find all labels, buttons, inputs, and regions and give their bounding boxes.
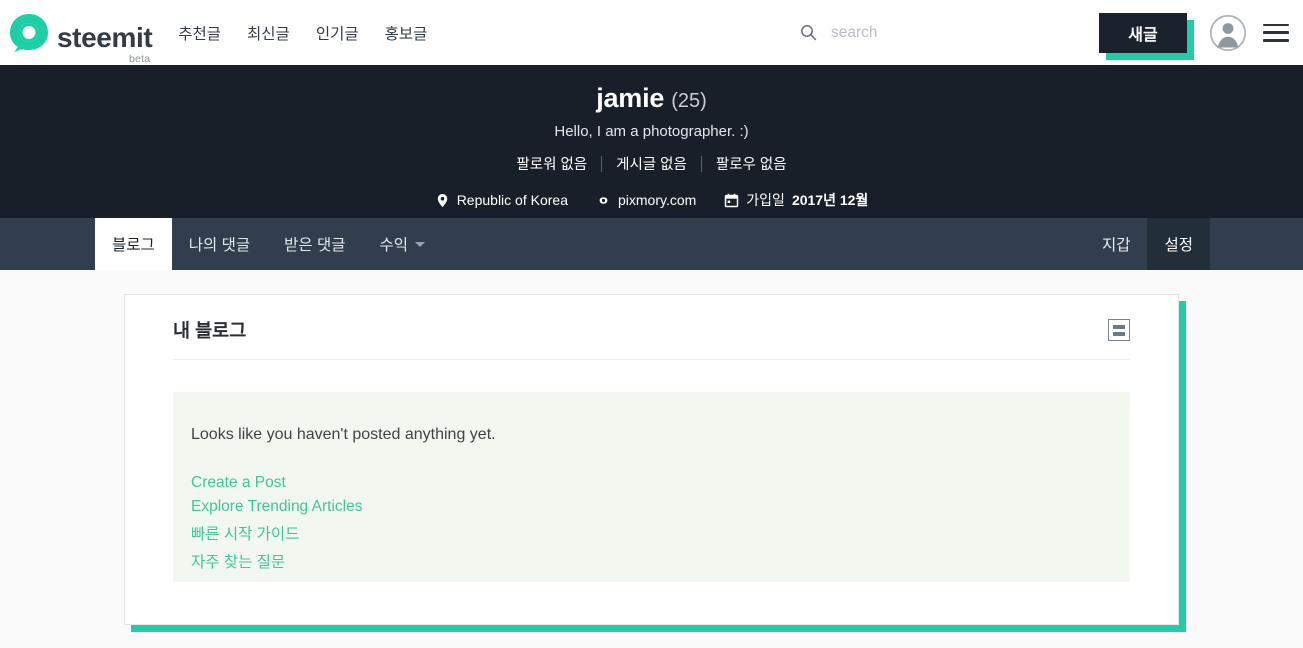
tab-my-comments-label: 나의 댓글 [188,237,251,254]
quick-start-guide-link[interactable]: 빠른 시작 가이드 [191,522,299,544]
search-icon [801,25,817,41]
tab-received-comments[interactable]: 받은 댓글 [267,218,362,270]
brand-logo-link[interactable]: steemit beta [8,12,153,65]
profile-reputation: (25) [671,90,707,112]
profile-tab-bar: 블로그 나의 댓글 받은 댓글 수익 지갑 설정 [0,218,1303,270]
user-avatar-icon[interactable] [1209,14,1247,52]
submit-post-wrapper: 새글 [1099,12,1194,60]
nav-item-trending[interactable]: 추천글 [178,22,221,44]
tab-received-comments-label: 받은 댓글 [284,237,346,254]
profile-location: Republic of Korea [435,192,568,208]
tab-wallet[interactable]: 지갑 [1085,218,1148,270]
profile-name-row: jamie (25) [0,85,1303,112]
hamburger-line [1263,38,1289,42]
top-header: steemit beta 추천글 최신글 인기글 홍보글 새글 [0,0,1303,65]
tab-settings[interactable]: 설정 [1147,218,1210,270]
hamburger-line [1263,23,1289,27]
steemit-logo-icon [10,13,48,52]
main-navigation: 추천글 최신글 인기글 홍보글 [178,22,427,44]
hamburger-line [1263,31,1289,34]
brand-name: steemit [57,21,153,53]
submit-post-button[interactable]: 새글 [1099,12,1187,53]
search-box[interactable] [800,23,1081,42]
location-pin-icon [437,193,447,207]
tab-rewards[interactable]: 수익 [363,218,443,270]
chevron-down-icon [415,241,426,247]
tab-wallet-label: 지갑 [1101,237,1131,254]
profile-username: jamie [596,83,665,113]
create-post-link[interactable]: Create a Post [191,474,286,492]
explore-trending-link[interactable]: Explore Trending Articles [191,498,362,516]
tab-blog-label: 블로그 [112,237,155,254]
profile-website-link[interactable]: pixmory.com [618,192,696,208]
profile-joined: 가입일 2017년 12월 [724,190,868,210]
nav-item-new[interactable]: 최신글 [247,22,290,44]
calendar-icon [725,193,739,207]
tab-blog[interactable]: 블로그 [95,218,172,270]
empty-state-panel: Looks like you haven't posted anything y… [173,392,1130,582]
nav-item-hot[interactable]: 인기글 [316,22,359,44]
profile-meta-row: Republic of Korea pixmory.com 가입일 2017년 … [0,190,1303,210]
tab-rewards-label: 수익 [379,237,409,254]
blog-card-header: 내 블로그 [173,295,1130,360]
list-view-bar [1113,331,1125,336]
blog-card: 내 블로그 Looks like you haven't posted anyt… [124,294,1179,625]
profile-about-text: Hello, I am a photographer. :) [554,123,749,140]
hamburger-menu-icon[interactable] [1263,22,1289,44]
profile-joined-label: 가입일 [746,192,785,208]
stat-followers[interactable]: 팔로워 없음 [502,153,601,174]
blog-card-wrapper: 내 블로그 Looks like you haven't posted anyt… [124,294,1186,632]
profile-website[interactable]: pixmory.com [596,192,696,208]
list-view-toggle-icon[interactable] [1108,319,1130,341]
profile-stats: 팔로워 없음 게시글 없음 팔로우 없음 [0,153,1303,174]
profile-banner: jamie (25) Hello, I am a photographer. :… [0,65,1303,218]
brand-beta-label: beta [129,52,151,65]
page-title: 내 블로그 [173,320,247,341]
tab-settings-label: 설정 [1164,237,1193,254]
stat-following[interactable]: 팔로우 없음 [702,153,801,174]
list-view-bar [1113,324,1125,329]
empty-state-links: Create a Post Explore Trending Articles … [191,474,1112,572]
profile-location-text: Republic of Korea [456,192,568,208]
profile-joined-date: 2017년 12월 [791,192,869,208]
faq-link[interactable]: 자주 찾는 질문 [191,550,285,572]
stat-posts[interactable]: 게시글 없음 [602,153,701,174]
tab-my-comments[interactable]: 나의 댓글 [172,218,267,270]
empty-state-message: Looks like you haven't posted anything y… [191,426,496,443]
main-content-area: 내 블로그 Looks like you haven't posted anyt… [0,270,1303,632]
nav-item-promoted[interactable]: 홍보글 [385,22,428,44]
link-chain-icon [599,196,608,204]
tab-bar-spacer [442,218,1085,270]
search-input[interactable] [831,23,1081,42]
